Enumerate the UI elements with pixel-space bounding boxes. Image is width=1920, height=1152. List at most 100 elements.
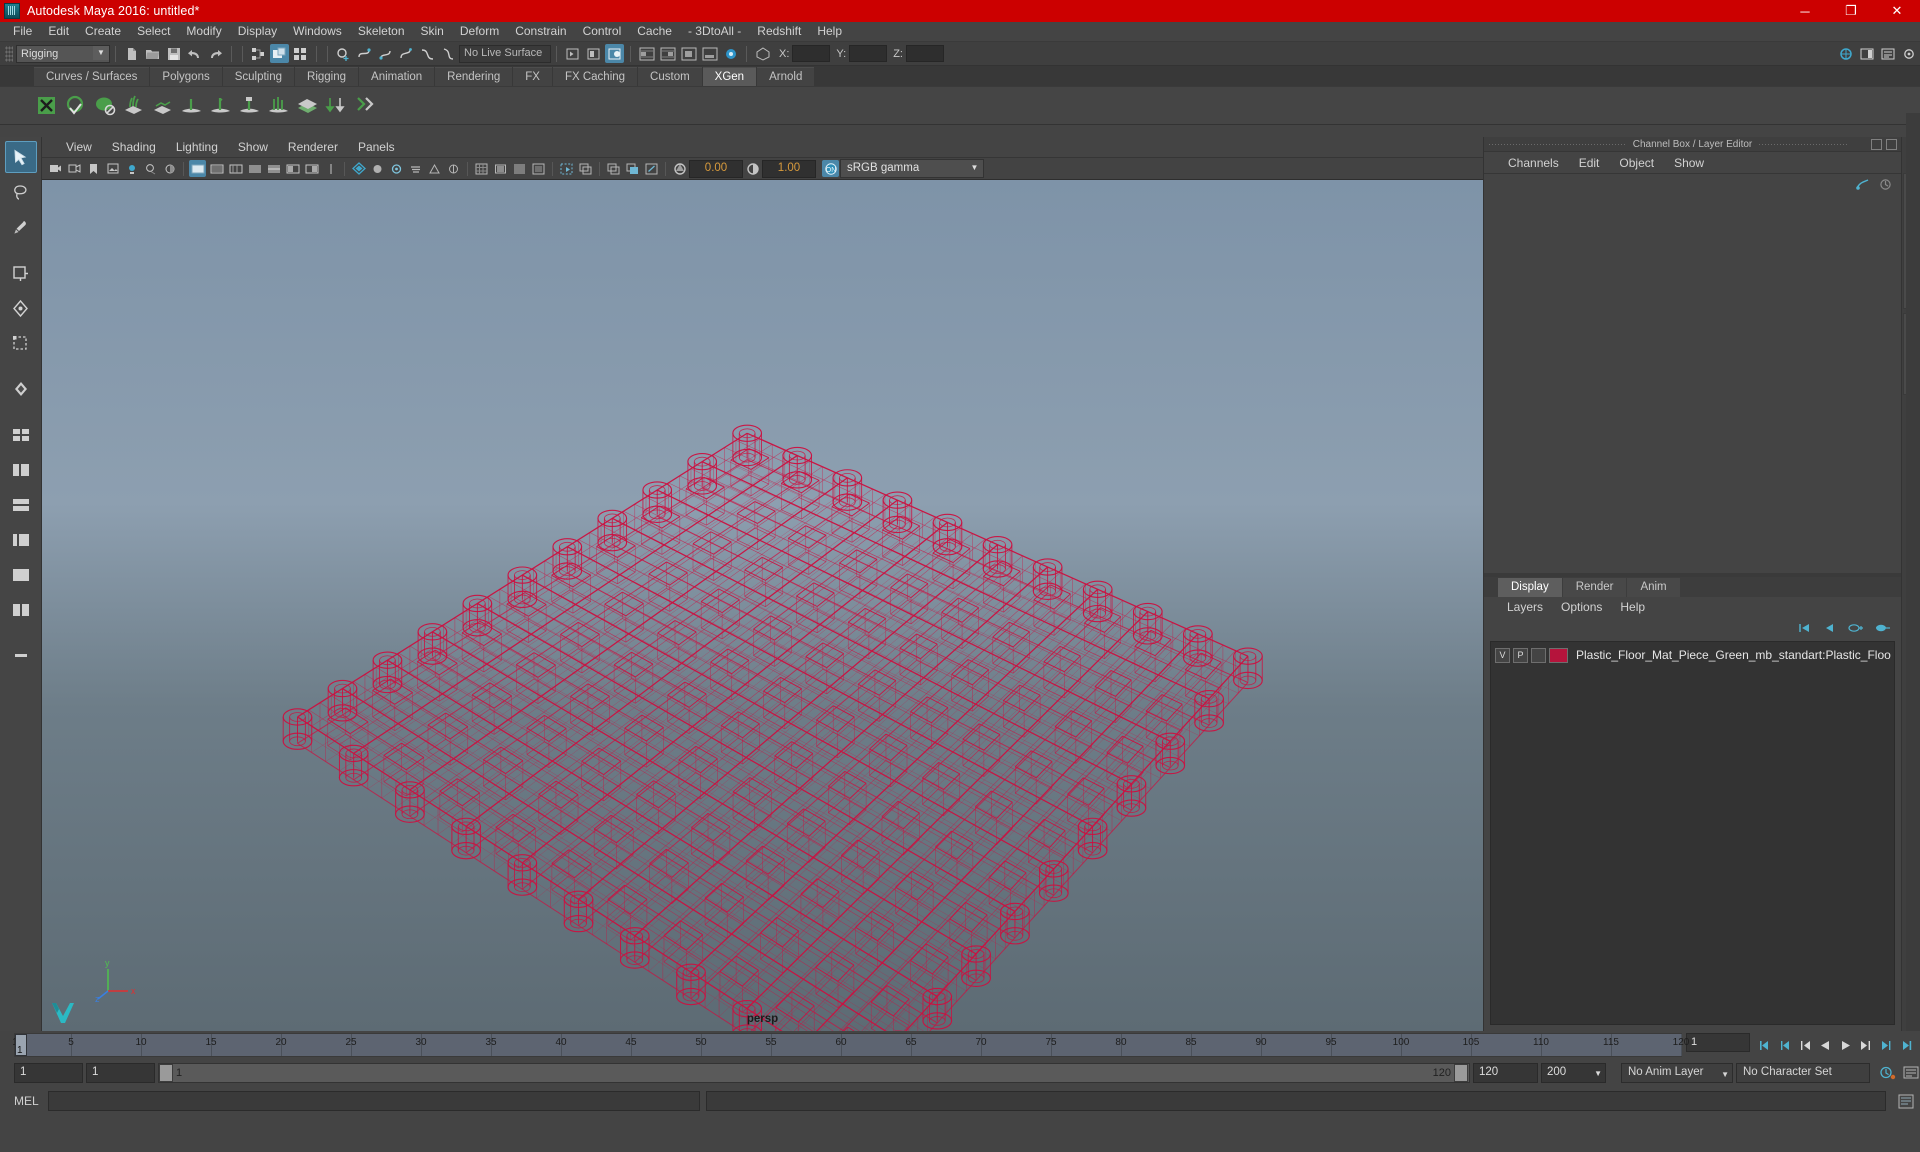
- layer-color-swatch[interactable]: [1549, 647, 1568, 663]
- right-scroll-column[interactable]: [1906, 113, 1920, 1031]
- layer-playback-toggle[interactable]: P: [1513, 647, 1528, 663]
- xgen-window-icon[interactable]: [34, 93, 59, 118]
- panel-undock-icon[interactable]: [1871, 138, 1882, 150]
- menu-item-create[interactable]: Create: [77, 22, 129, 41]
- color-management-selector[interactable]: sRGB gamma ▼: [840, 159, 984, 178]
- copy-frame-icon[interactable]: [605, 160, 622, 177]
- paste-frame-icon[interactable]: [624, 160, 641, 177]
- gamma-field[interactable]: 1.00: [762, 159, 816, 178]
- move-layer-down-icon[interactable]: [1823, 622, 1837, 634]
- channel-menu-item-show[interactable]: Show: [1664, 156, 1714, 170]
- range-start-field[interactable]: 1: [14, 1062, 83, 1083]
- select-tool[interactable]: [4, 141, 37, 173]
- menu-item-display[interactable]: Display: [230, 22, 285, 41]
- quick-layout-hypershade[interactable]: [5, 524, 37, 556]
- tool-settings-toggle-icon[interactable]: [1900, 44, 1919, 63]
- hardware-fog-icon[interactable]: [369, 160, 386, 177]
- scale-tool[interactable]: [5, 327, 37, 359]
- depth-peeling-icon[interactable]: [445, 160, 462, 177]
- grid-toggle-icon[interactable]: [473, 160, 490, 177]
- toolbar-grip[interactable]: [5, 45, 13, 62]
- maximize-button[interactable]: ❐: [1828, 0, 1874, 22]
- auto-key-icon[interactable]: [1879, 1065, 1896, 1080]
- xgen-create-description-icon[interactable]: [121, 93, 146, 118]
- open-scene-icon[interactable]: [143, 44, 162, 63]
- menu-item-select[interactable]: Select: [129, 22, 178, 41]
- render-region-icon[interactable]: [679, 44, 698, 63]
- play-backwards-icon[interactable]: [1816, 1036, 1834, 1054]
- move-tool[interactable]: [5, 257, 37, 289]
- time-slider[interactable]: 1510152025303540455055606570758085909510…: [12, 1033, 1689, 1057]
- menu-item-control[interactable]: Control: [575, 22, 630, 41]
- shadows-icon[interactable]: [142, 160, 159, 177]
- viewport-menu-item-lighting[interactable]: Lighting: [166, 140, 228, 154]
- lasso-select-tool[interactable]: [5, 176, 37, 208]
- screen-space-ao-icon[interactable]: [388, 160, 405, 177]
- ao-icon[interactable]: [161, 160, 178, 177]
- viewport-menu-item-shading[interactable]: Shading: [102, 140, 166, 154]
- menu-item-constrain[interactable]: Constrain: [507, 22, 574, 41]
- xgen-spline-icon[interactable]: [295, 93, 320, 118]
- shelf-tab-sculpting[interactable]: Sculpting: [222, 67, 295, 86]
- resolution-gate-icon[interactable]: [511, 160, 528, 177]
- go-to-start-icon[interactable]: [1756, 1036, 1774, 1054]
- hardware-texturing-icon[interactable]: [350, 160, 367, 177]
- menu-set-selector[interactable]: Rigging ▼: [16, 44, 110, 63]
- menu-item-3dtoall[interactable]: - 3DtoAll -: [680, 22, 749, 41]
- paint-select-tool[interactable]: [5, 211, 37, 243]
- lights-mode-icon[interactable]: [284, 160, 301, 177]
- chevron-down-icon[interactable]: ▼: [93, 45, 109, 60]
- smooth-shade-all-icon[interactable]: [208, 160, 225, 177]
- shelf-tab-fx-caching[interactable]: FX Caching: [552, 67, 638, 86]
- step-forward-frame-icon[interactable]: [1856, 1036, 1874, 1054]
- make-live-icon[interactable]: [439, 44, 458, 63]
- rotate-tool[interactable]: [5, 292, 37, 324]
- script-editor-icon[interactable]: [1898, 1094, 1914, 1109]
- animation-preferences-icon[interactable]: [1903, 1065, 1920, 1080]
- command-output-field[interactable]: [706, 1091, 1886, 1111]
- render-current-frame-icon[interactable]: [637, 44, 656, 63]
- gamma-icon[interactable]: [744, 160, 761, 177]
- character-set-selector[interactable]: No Character Set: [1736, 1062, 1870, 1083]
- xgen-groom-density-icon[interactable]: [179, 93, 204, 118]
- quick-layout-two-pane[interactable]: [5, 594, 37, 626]
- viewport-menu-item-view[interactable]: View: [56, 140, 102, 154]
- render-globals-icon[interactable]: [721, 44, 740, 63]
- quick-layout-four-view[interactable]: [5, 419, 37, 451]
- shelf-tab-curves-surfaces[interactable]: Curves / Surfaces: [34, 67, 150, 86]
- xray-joints-icon[interactable]: [322, 160, 339, 177]
- command-input-field[interactable]: [48, 1091, 700, 1111]
- new-layer-icon[interactable]: [1848, 622, 1864, 634]
- xgen-clear-preview-icon[interactable]: [92, 93, 117, 118]
- xgen-groom-mask-icon[interactable]: [237, 93, 262, 118]
- playback-end-field[interactable]: 200 ▼: [1541, 1062, 1606, 1083]
- menu-item-file[interactable]: File: [5, 22, 40, 41]
- quick-layout-persp-single[interactable]: [5, 559, 37, 591]
- step-forward-key-icon[interactable]: [1876, 1036, 1894, 1054]
- new-layer-from-selection-icon[interactable]: [1875, 622, 1891, 634]
- sidebar-layout-icon[interactable]: [1858, 44, 1877, 63]
- undo-icon[interactable]: [185, 44, 204, 63]
- menu-item-help[interactable]: Help: [809, 22, 850, 41]
- render-settings-icon[interactable]: [700, 44, 719, 63]
- xgen-import-collection-icon[interactable]: [150, 93, 175, 118]
- layer-row[interactable]: V P Plastic_Floor_Mat_Piece_Green_mb_stand…: [1491, 645, 1894, 665]
- panel-close-icon[interactable]: [1886, 138, 1897, 150]
- close-button[interactable]: ✕: [1874, 0, 1920, 22]
- shelf-tab-rigging[interactable]: Rigging: [295, 67, 359, 86]
- camera-attributes-icon[interactable]: [66, 160, 83, 177]
- open-tool-settings-icon[interactable]: [584, 44, 603, 63]
- viewport-menu-item-renderer[interactable]: Renderer: [278, 140, 348, 154]
- chevron-down-icon[interactable]: ▼: [1594, 1065, 1602, 1082]
- bookmark-icon[interactable]: [85, 160, 102, 177]
- save-scene-icon[interactable]: [164, 44, 183, 63]
- xgen-bake-icon[interactable]: [324, 93, 349, 118]
- anim-layer-selector[interactable]: No Anim Layer ▼: [1621, 1062, 1733, 1083]
- shelf-tab-custom[interactable]: Custom: [638, 67, 702, 86]
- live-surface-field[interactable]: No Live Surface: [459, 44, 551, 63]
- range-slider[interactable]: 1 120: [158, 1062, 1470, 1083]
- xgen-groom-clump-icon[interactable]: [266, 93, 291, 118]
- menu-item-deform[interactable]: Deform: [452, 22, 507, 41]
- layer-list[interactable]: V P Plastic_Floor_Mat_Piece_Green_mb_stand…: [1490, 641, 1895, 1025]
- redo-icon[interactable]: [206, 44, 225, 63]
